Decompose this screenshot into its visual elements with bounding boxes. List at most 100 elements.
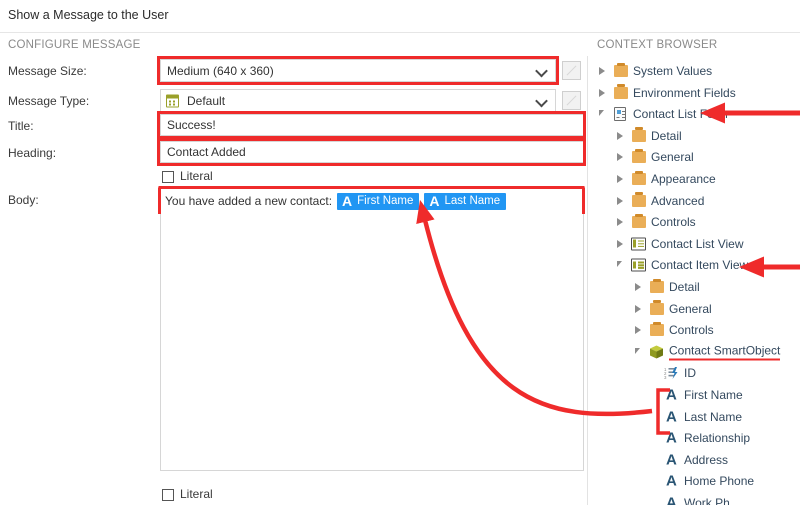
- message-type-label: Message Type:: [8, 94, 90, 108]
- chevron-down-icon: [537, 95, 548, 106]
- tree-item-label: General: [651, 150, 694, 165]
- configure-message-section-header: CONFIGURE MESSAGE: [8, 39, 141, 51]
- tree-item-address[interactable]: A Address: [597, 449, 800, 471]
- tree-item-contact-smartobject[interactable]: Contact SmartObject: [597, 341, 800, 363]
- tree-item-detail[interactable]: Detail: [597, 125, 800, 147]
- tree-item-controls[interactable]: Controls: [597, 211, 800, 233]
- tree-item-label: Contact Item View: [651, 258, 749, 273]
- folder-icon: [614, 62, 628, 77]
- tree-item-label: Controls: [651, 215, 696, 230]
- text-field-icon: A: [342, 193, 353, 209]
- message-size-select[interactable]: Medium (640 x 360): [160, 59, 556, 82]
- chevron-right-icon[interactable]: [635, 304, 641, 313]
- tree-item-label: Contact SmartObject: [669, 343, 781, 361]
- tree-item-label: Last Name: [684, 409, 743, 424]
- text-field-icon: A: [666, 451, 677, 469]
- heading-literal-label: Literal: [180, 169, 213, 183]
- view-icon: [631, 258, 646, 272]
- chevron-right-icon[interactable]: [617, 218, 623, 227]
- heading-literal-checkbox[interactable]: [162, 171, 174, 183]
- message-type-select[interactable]: Default: [160, 89, 556, 112]
- heading-label: Heading:: [8, 146, 57, 160]
- token-chip-label: Last Name: [444, 195, 501, 207]
- tree-item-label: Contact List View: [651, 236, 744, 251]
- tree-item-controls[interactable]: Controls: [597, 319, 800, 341]
- tree-item-environment-fields[interactable]: Environment Fields: [597, 82, 800, 104]
- tree-item-label: Address: [684, 452, 729, 467]
- tree-item-first-name[interactable]: A First Name: [597, 384, 800, 406]
- chevron-down-icon: [537, 65, 548, 76]
- body-editor[interactable]: You have added a new contact: A First Na…: [160, 188, 584, 471]
- context-browser-section-header: CONTEXT BROWSER: [597, 39, 718, 51]
- body-literal-checkbox[interactable]: [162, 489, 174, 501]
- chevron-down-icon[interactable]: [635, 347, 640, 354]
- text-field-icon: A: [666, 494, 677, 505]
- svg-text:3: 3: [664, 375, 667, 380]
- folder-icon: [632, 127, 646, 142]
- message-type-value: Default: [187, 93, 226, 108]
- title-value: Success!: [167, 118, 216, 132]
- tree-item-last-name[interactable]: A Last Name: [597, 406, 800, 428]
- chevron-right-icon[interactable]: [635, 326, 641, 335]
- folder-icon: [632, 148, 646, 164]
- tree-item-detail[interactable]: Detail: [597, 276, 800, 298]
- tree-item-contact-list-form[interactable]: Contact List Form: [597, 103, 800, 125]
- window-titlebar: Show a Message to the User: [0, 0, 800, 33]
- folder-icon: [650, 278, 664, 293]
- message-size-value: Medium (640 x 360): [167, 63, 274, 78]
- tree-item-label: Appearance: [651, 172, 716, 186]
- tree-item-system-values[interactable]: System Values: [597, 60, 800, 82]
- text-field-icon: A: [666, 408, 677, 426]
- heading-input[interactable]: Contact Added: [160, 141, 584, 163]
- message-size-label: Message Size:: [8, 64, 87, 78]
- tree-item-contact-item-view[interactable]: Contact Item View: [597, 254, 800, 276]
- chevron-down-icon[interactable]: [599, 110, 604, 117]
- tree-item-label: Contact List Form: [633, 107, 728, 122]
- tree-item-label: Detail: [651, 128, 682, 143]
- panel-divider: [587, 56, 588, 505]
- body-label: Body:: [8, 193, 39, 207]
- folder-icon: [632, 213, 646, 229]
- tree-item-advanced[interactable]: Advanced: [597, 190, 800, 212]
- tree-item-label: Detail: [669, 280, 700, 294]
- text-field-icon: A: [666, 386, 677, 404]
- token-chip-first-name[interactable]: A First Name: [337, 192, 420, 210]
- body-content-line: You have added a new contact: A First Na…: [165, 192, 507, 210]
- chevron-right-icon[interactable]: [635, 283, 641, 291]
- tree-item-label: First Name: [684, 388, 743, 402]
- tree-item-label: ID: [684, 366, 696, 381]
- message-configuration-screen: Show a Message to the User CONFIGURE MES…: [0, 0, 800, 505]
- view-icon: [631, 237, 646, 251]
- tree-item-label: Environment Fields: [633, 85, 736, 100]
- title-label: Title:: [8, 119, 34, 133]
- text-field-icon: A: [429, 193, 440, 209]
- tree-item-appearance[interactable]: Appearance: [597, 168, 800, 190]
- chevron-right-icon[interactable]: [599, 88, 605, 97]
- tree-item-work-ph[interactable]: A Work Ph: [597, 492, 800, 505]
- chevron-right-icon[interactable]: [617, 131, 623, 140]
- chevron-right-icon[interactable]: [617, 239, 623, 248]
- tree-item-general[interactable]: General: [597, 298, 800, 320]
- cube-icon: [649, 344, 664, 359]
- token-chip-last-name[interactable]: A Last Name: [424, 192, 507, 210]
- chevron-right-icon[interactable]: [599, 67, 605, 75]
- body-literal-label: Literal: [180, 487, 213, 501]
- chevron-down-icon[interactable]: [617, 261, 622, 268]
- tree-item-label: Relationship: [684, 431, 751, 446]
- chevron-right-icon[interactable]: [617, 196, 623, 205]
- text-field-icon: A: [666, 472, 677, 490]
- folder-icon: [650, 300, 664, 315]
- message-type-edit-button[interactable]: [562, 91, 581, 110]
- tree-item-general[interactable]: General: [597, 146, 800, 168]
- chevron-right-icon[interactable]: [617, 175, 623, 183]
- id-icon: 123: [664, 366, 679, 380]
- tree-item-label: Controls: [669, 323, 714, 338]
- chevron-right-icon[interactable]: [617, 153, 623, 162]
- tree-item-relationship[interactable]: A Relationship: [597, 427, 800, 449]
- message-size-edit-button[interactable]: [562, 61, 581, 80]
- title-input[interactable]: Success!: [160, 114, 584, 136]
- folder-icon: [614, 84, 628, 99]
- tree-item-home-phone[interactable]: A Home Phone: [597, 470, 800, 492]
- tree-item-id[interactable]: 1 2 3 ID: [597, 362, 800, 384]
- tree-item-contact-list-view[interactable]: Contact List View: [597, 233, 800, 255]
